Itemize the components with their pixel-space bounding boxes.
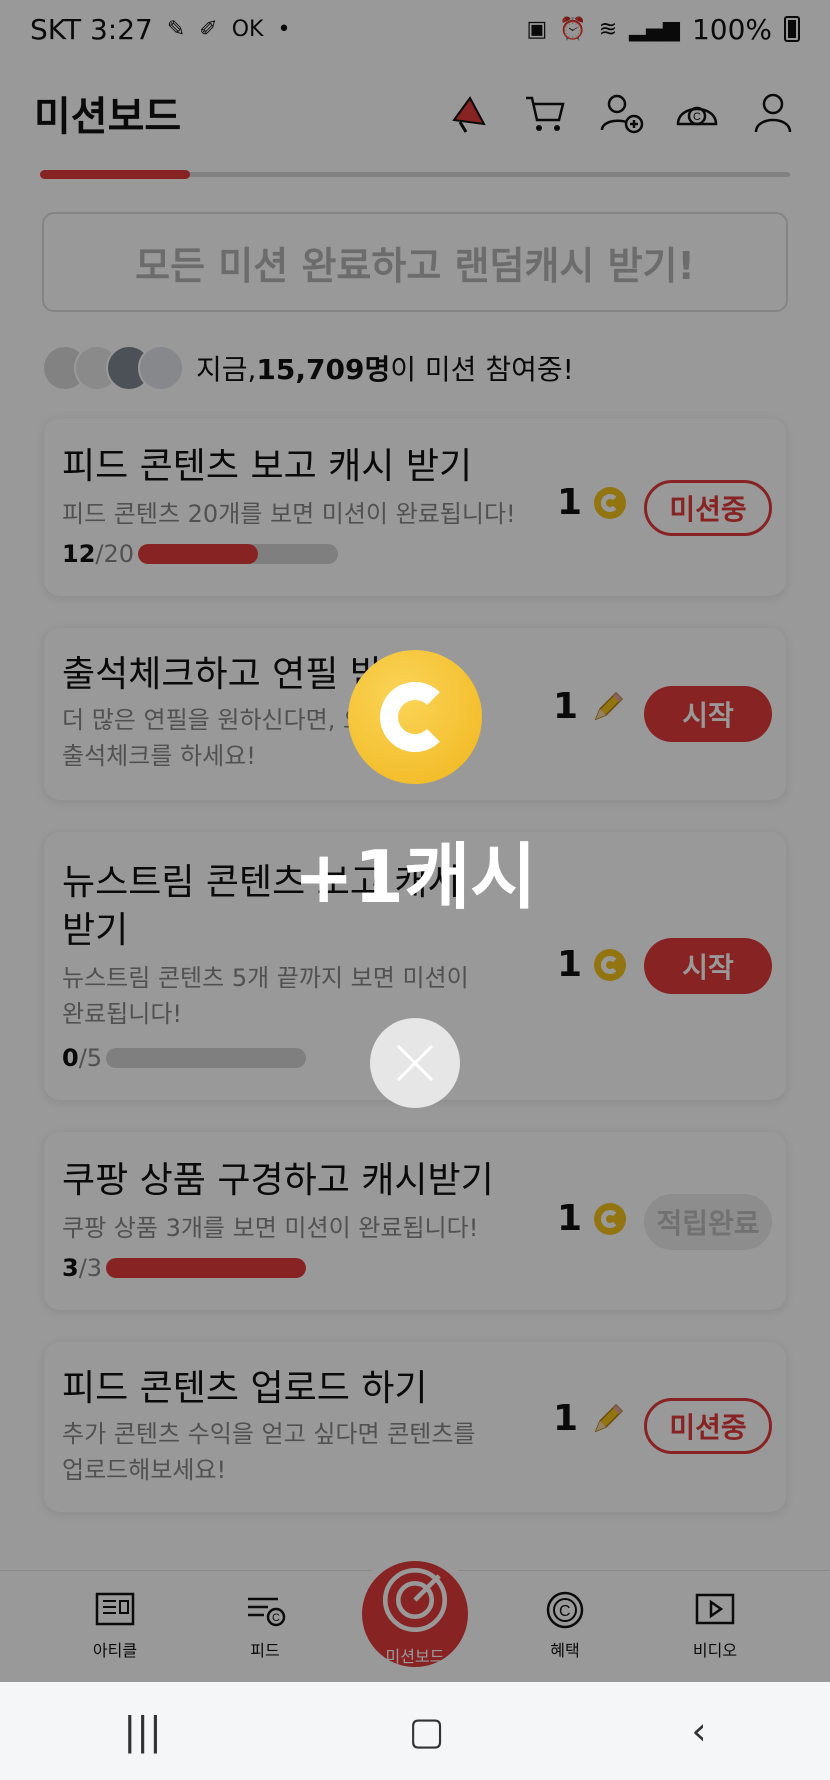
close-icon [396,1044,434,1082]
reward-text: +1캐시 [293,835,537,919]
close-button[interactable] [370,1018,460,1108]
cash-coin-icon [348,650,482,784]
home-button[interactable]: ▢ [409,1709,445,1753]
recent-apps-button[interactable]: ||| [123,1709,161,1753]
back-button[interactable]: ‹ [691,1709,706,1753]
reward-popup: +1캐시 [0,650,830,1110]
system-nav-bar: ||| ▢ ‹ [0,1682,830,1780]
